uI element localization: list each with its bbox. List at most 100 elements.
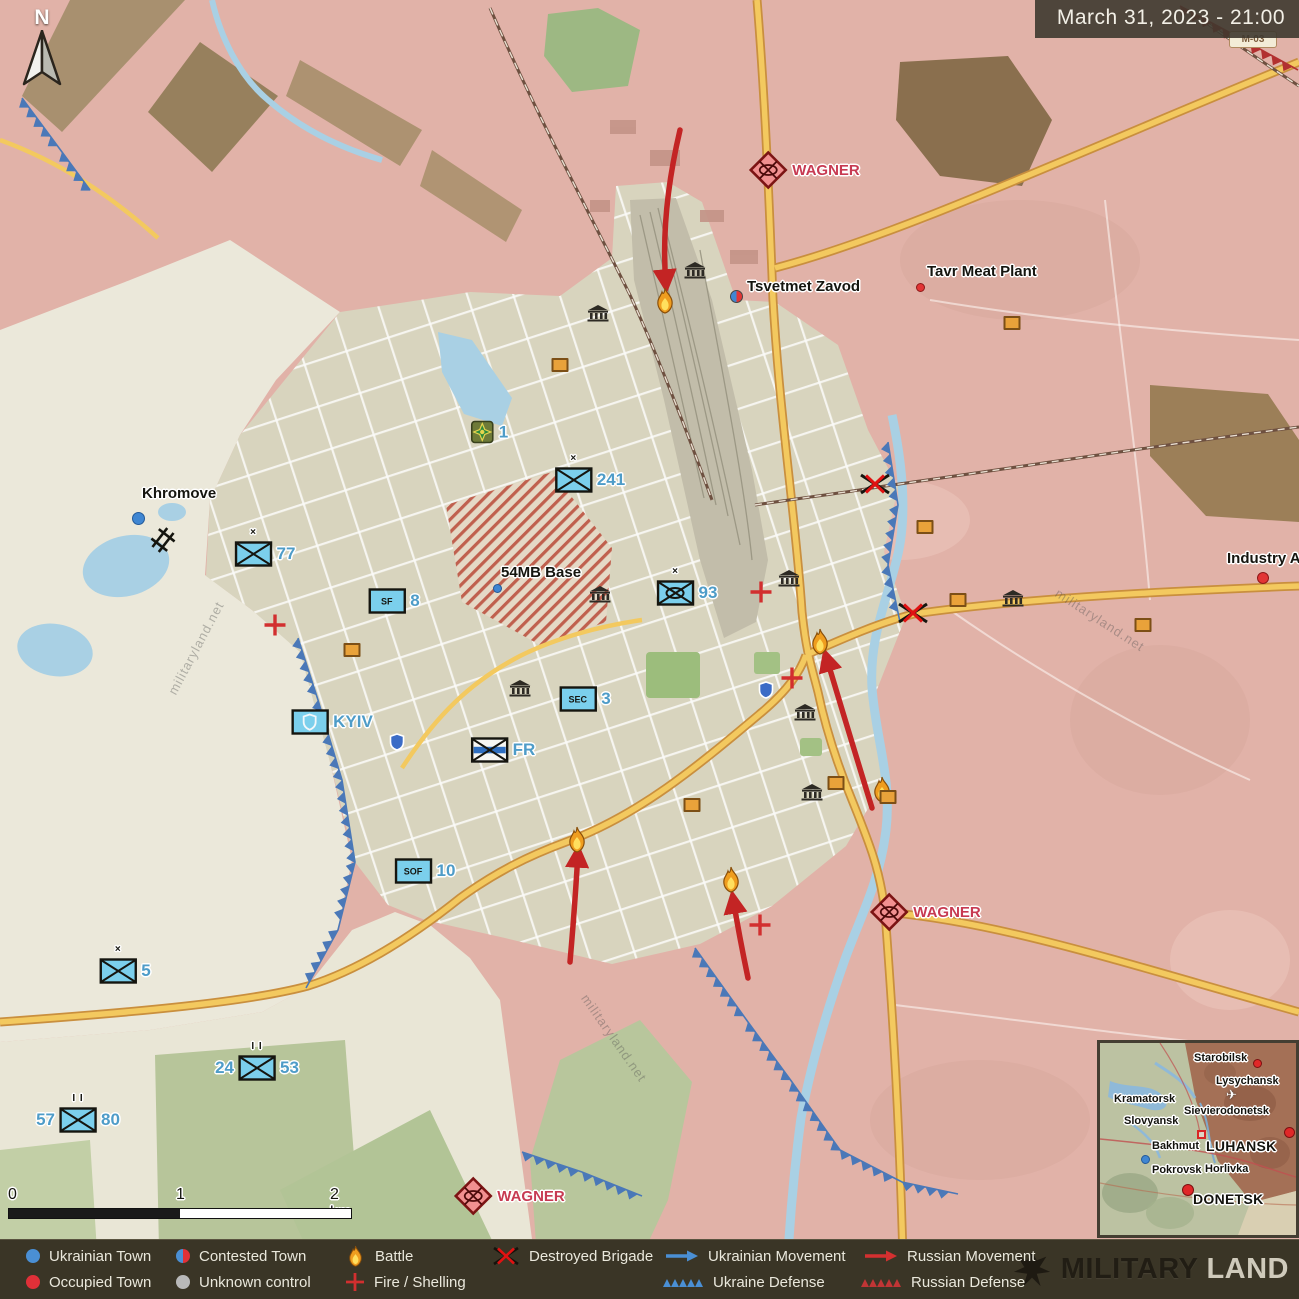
inset-marker-red xyxy=(1253,1059,1262,1068)
building-icon xyxy=(1004,316,1021,330)
inset-marker-square xyxy=(1197,1130,1206,1139)
battle-center-east xyxy=(807,628,833,656)
building-icon xyxy=(917,520,934,534)
shelling-center-south xyxy=(780,666,804,690)
inset-city-kramatorsk: Kramatorsk xyxy=(1114,1093,1175,1105)
unit-size-mark: × xyxy=(570,453,577,464)
wagner-north: WAGNER xyxy=(748,150,860,190)
scale-bar-rule xyxy=(8,1208,352,1219)
north-indicator: N xyxy=(12,6,72,93)
shelling-south xyxy=(748,913,772,937)
unit-sof-10: SOF10 xyxy=(395,858,456,884)
police-shield-icon xyxy=(389,733,405,751)
bank-icon xyxy=(587,304,609,322)
legend-item-arrow-blue: Ukrainian Movement xyxy=(665,1244,846,1268)
dot-gray-icon xyxy=(176,1275,190,1289)
legend-item-battle: Battle xyxy=(345,1244,413,1268)
unit-kyiv: KYIV xyxy=(291,709,373,735)
unit-size-mark: × xyxy=(115,944,122,955)
bank-icon xyxy=(589,585,611,603)
svg-text:SOF: SOF xyxy=(404,867,423,877)
battle-icon xyxy=(345,1245,366,1268)
unit-border-guard-1: 1 xyxy=(470,420,508,445)
unit-24-53: 24I I53 xyxy=(215,1055,299,1081)
legend-item-dot-blue: Ukrainian Town xyxy=(26,1244,151,1268)
defense-red-icon xyxy=(860,1276,902,1288)
building-icon xyxy=(1135,618,1152,632)
legend-item-defense-red: Russian Defense xyxy=(860,1270,1025,1294)
unit-sf-8: SF8 xyxy=(368,588,419,614)
destroyed-brigade-north xyxy=(858,472,892,496)
watermark: militaryland.net xyxy=(578,991,650,1084)
arrow-red-icon xyxy=(864,1249,898,1263)
unit-size-mark: × xyxy=(672,566,679,577)
logo-military: MILITARY xyxy=(1061,1253,1199,1286)
bakhmut-situation-map: KhromoveTsvetmet ZavodTavr Meat PlantInd… xyxy=(0,0,1299,1299)
destroyed-brigade-east xyxy=(896,601,930,625)
bank-icon xyxy=(778,569,800,587)
unit-fr: FR xyxy=(471,737,536,763)
north-label: N xyxy=(12,6,72,30)
legend-item-dot-contested: Contested Town xyxy=(176,1244,306,1268)
building-icon xyxy=(828,776,845,790)
bank-icon xyxy=(509,679,531,697)
town-dot-red xyxy=(916,283,925,292)
building-icon xyxy=(684,798,701,812)
bank-icon xyxy=(684,261,706,279)
bank-icon xyxy=(1002,589,1024,607)
building-icon xyxy=(880,790,897,804)
unit-5: ×5 xyxy=(99,958,150,984)
inset-city-luhansk: LUHANSK xyxy=(1206,1138,1277,1154)
watermark: militaryland.net xyxy=(1053,586,1148,655)
bank-icon xyxy=(801,783,823,801)
building-icon xyxy=(552,358,569,372)
unit-57-80: 57I I80 xyxy=(36,1107,120,1133)
defense-blue-icon xyxy=(662,1276,704,1288)
inset-city-sievierodonetsk: Sievierodonetsk xyxy=(1184,1105,1269,1117)
unit-size-mark: I I xyxy=(72,1093,83,1104)
inset-overview-map: StarobilskLysychanskKramatorskSievierodo… xyxy=(1097,1040,1299,1238)
inset-marker-red xyxy=(1182,1184,1194,1196)
inset-city-lysychansk: Lysychansk xyxy=(1216,1075,1279,1087)
battle-south-center xyxy=(718,866,744,894)
legend-item-dot-gray: Unknown control xyxy=(176,1270,311,1294)
legend-item-dot-red: Occupied Town xyxy=(26,1270,151,1294)
firecross-icon xyxy=(345,1272,365,1292)
shelling-west xyxy=(263,613,287,637)
legend-item-arrow-red: Russian Movement xyxy=(864,1244,1035,1268)
legend-item-destroyed: Destroyed Brigade xyxy=(492,1244,653,1268)
dot-blue-icon xyxy=(26,1249,40,1263)
battle-north xyxy=(652,287,678,315)
inset-marker-blue xyxy=(1141,1155,1150,1164)
town-dot-red xyxy=(1257,572,1269,584)
inset-marker-plane: ✈ xyxy=(1226,1087,1237,1103)
scale-label-0: 0 xyxy=(8,1186,17,1204)
inset-city-horlivka: Horlivka xyxy=(1205,1163,1248,1175)
legend-item-firecross: Fire / Shelling xyxy=(345,1270,466,1294)
inset-marker-red xyxy=(1284,1127,1295,1138)
building-icon xyxy=(950,593,967,607)
wagner-south: WAGNER xyxy=(453,1176,565,1216)
unit-77: ×77 xyxy=(235,541,296,567)
inset-city-donetsk: DONETSK xyxy=(1193,1191,1264,1207)
rail-crossing-icon xyxy=(149,526,177,554)
unit-93: ×93 xyxy=(657,580,718,606)
dot-contested-icon xyxy=(176,1249,190,1263)
unit-sec-3: SEC3 xyxy=(559,686,610,712)
town-dot-blue xyxy=(132,512,145,525)
building-icon xyxy=(344,643,361,657)
compass-arrow-icon xyxy=(20,30,64,88)
battle-south xyxy=(564,826,590,854)
town-dot-blue xyxy=(493,584,502,593)
svg-text:SF: SF xyxy=(381,597,393,607)
inset-city-slovyansk: Slovyansk xyxy=(1124,1115,1178,1127)
svg-text:SEC: SEC xyxy=(569,695,588,705)
logo-land: LAND xyxy=(1206,1253,1289,1286)
town-dot-contested xyxy=(730,290,743,303)
unit-size-mark: I I xyxy=(251,1041,262,1052)
unit-241: ×241 xyxy=(555,467,625,493)
watermark: militaryland.net xyxy=(165,599,227,697)
date-badge: March 31, 2023 - 21:00 xyxy=(1035,0,1299,38)
inset-city-bakhmut: Bakhmut xyxy=(1152,1140,1199,1152)
police-shield-icon xyxy=(758,681,774,699)
